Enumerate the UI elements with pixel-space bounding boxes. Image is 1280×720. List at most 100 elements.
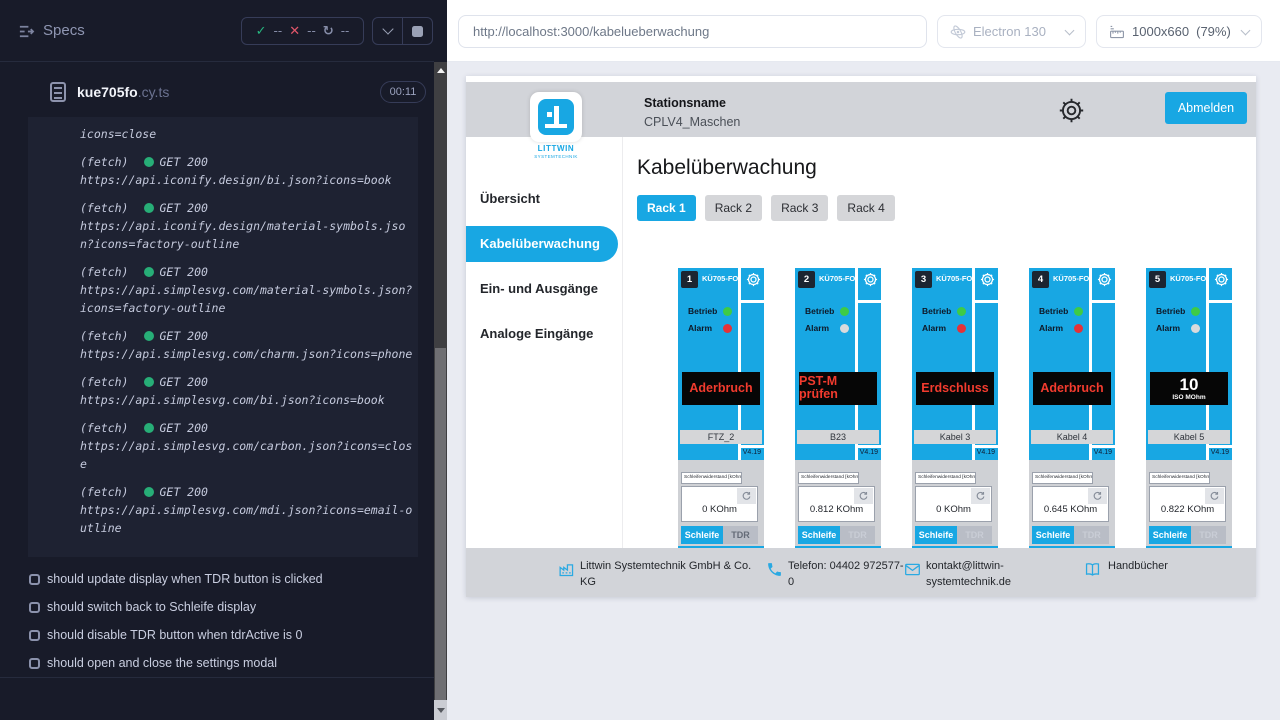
scroll-down-button[interactable]: [434, 700, 447, 720]
refresh-icon[interactable]: [1088, 488, 1107, 504]
device-number-badge: 1: [681, 271, 698, 288]
divider: [622, 137, 623, 548]
cable-name: B23: [797, 430, 879, 444]
alarm-led: [723, 324, 732, 333]
refresh-icon[interactable]: [1205, 488, 1224, 504]
specs-menu-icon[interactable]: [18, 23, 35, 40]
resistance-value: 0 KOhm: [916, 504, 991, 515]
betrieb-led: [1074, 307, 1083, 316]
device-display: Aderbruch: [1033, 372, 1111, 405]
schleife-button[interactable]: Schleife: [681, 526, 723, 544]
test-item[interactable]: should disable TDR button when tdrActive…: [0, 621, 434, 649]
specs-title[interactable]: Specs: [43, 22, 85, 39]
footer-phone: Telefon: 04402 972577-0: [788, 558, 908, 590]
footer-company: Littwin Systemtechnik GmbH & Co. KG: [580, 558, 758, 590]
resistance-label: Schleifenwiderstand [kOhm]: [915, 472, 976, 484]
nav-item[interactable]: Übersicht: [466, 176, 622, 221]
card-control-section: Schleifenwiderstand [kOhm] 0.812 KOhm Sc…: [795, 460, 881, 546]
test-title: should open and close the settings modal: [47, 656, 277, 670]
spec-file-row[interactable]: kue705fo.cy.ts 00:11: [0, 62, 434, 106]
runner-actions: [372, 17, 433, 45]
device-settings-icon[interactable]: [1097, 272, 1112, 287]
resistance-value-box: 0.812 KOhm: [798, 486, 875, 522]
collapse-button[interactable]: [373, 18, 403, 44]
schleife-button[interactable]: Schleife: [798, 526, 840, 544]
display-status-text: 10: [1180, 376, 1199, 393]
nav-item[interactable]: Analoge Eingänge: [466, 311, 622, 356]
refresh-icon[interactable]: [737, 488, 756, 504]
resistance-value-box: 0 KOhm: [915, 486, 992, 522]
status-dot-icon: [144, 487, 154, 497]
resistance-value-box: 0.645 KOhm: [1032, 486, 1109, 522]
footer-manuals-link[interactable]: Handbücher: [1108, 558, 1198, 574]
chevron-down-icon: [1241, 25, 1251, 35]
betrieb-label: Betrieb: [1156, 306, 1185, 316]
rack-tab[interactable]: Rack 3: [771, 195, 828, 221]
browser-selector[interactable]: Electron 130: [937, 15, 1086, 48]
log-url: https://api.simplesvg.com/carbon.json?ic…: [80, 437, 418, 473]
device-settings-icon[interactable]: [863, 272, 878, 287]
test-item[interactable]: should switch back to Schleife display: [0, 593, 434, 621]
alarm-label: Alarm: [1156, 323, 1180, 333]
network-log-entry[interactable]: (fetch) GET 200 https://api.simplesvg.com…: [80, 327, 418, 363]
schleife-button[interactable]: Schleife: [1149, 526, 1191, 544]
network-log-entry[interactable]: (fetch)GET 200 https://api.simplesvg.com…: [80, 419, 418, 473]
command-log: icons=close (fetch)GET 200 https://api.i…: [28, 117, 418, 557]
device-number-badge: 4: [1032, 271, 1049, 288]
log-request-line: (fetch) GET 200: [80, 327, 418, 345]
device-settings-icon[interactable]: [980, 272, 995, 287]
rack-tab[interactable]: Rack 2: [705, 195, 762, 221]
spec-extension: .cy.ts: [138, 84, 170, 100]
scroll-up-button[interactable]: [434, 62, 447, 78]
device-number-badge: 2: [798, 271, 815, 288]
rack-tab-label: Rack 1: [647, 201, 686, 215]
test-item[interactable]: should open and close the settings modal: [0, 649, 434, 677]
device-card: 3 KÜ705-FO Betrieb Alarm Erdschluss Kabe…: [912, 268, 998, 560]
log-status: GET 200: [159, 329, 207, 343]
tdr-button[interactable]: TDR: [1191, 526, 1226, 544]
device-settings-icon[interactable]: [1214, 272, 1229, 287]
settings-gear-icon[interactable]: [1058, 97, 1085, 124]
cable-name: Kabel 4: [1031, 430, 1113, 444]
device-settings-icon[interactable]: [746, 272, 761, 287]
network-log-entry[interactable]: (fetch)GET 200 https://api.simplesvg.com…: [80, 483, 418, 537]
logout-button[interactable]: Abmelden: [1165, 92, 1247, 124]
display-status-text: PST-M prüfen: [799, 375, 877, 401]
status-dot-icon: [144, 423, 154, 433]
log-url-continuation: icons=close: [80, 125, 418, 143]
stop-button[interactable]: [403, 18, 432, 44]
scrollbar-thumb[interactable]: [435, 348, 446, 720]
network-log-entry[interactable]: (fetch)GET 200 https://api.simplesvg.com…: [80, 373, 418, 409]
log-fetch-label: (fetch): [80, 329, 128, 343]
betrieb-led: [723, 307, 732, 316]
resistance-label: Schleifenwiderstand [kOhm]: [798, 472, 859, 484]
rack-tab[interactable]: Rack 1: [637, 195, 696, 221]
betrieb-label: Betrieb: [805, 306, 834, 316]
refresh-icon[interactable]: [971, 488, 990, 504]
device-card: 4 KÜ705-FO Betrieb Alarm Aderbruch Kabel…: [1029, 268, 1115, 560]
network-log-entry[interactable]: (fetch)GET 200 https://api.simplesvg.com…: [80, 263, 418, 317]
tdr-button[interactable]: TDR: [723, 526, 758, 544]
log-url: https://api.simplesvg.com/charm.json?ico…: [80, 345, 418, 363]
resistance-label: Schleifenwiderstand [kOhm]: [1149, 472, 1210, 484]
tdr-button[interactable]: TDR: [957, 526, 992, 544]
url-input[interactable]: [458, 15, 927, 48]
schleife-button[interactable]: Schleife: [1032, 526, 1074, 544]
device-card: 2 KÜ705-FO Betrieb Alarm PST-M prüfen B2…: [795, 268, 881, 560]
log-status: GET 200: [159, 155, 207, 169]
nav-item[interactable]: Kabelüberwachung: [466, 226, 618, 262]
test-item[interactable]: should update display when TDR button is…: [0, 565, 434, 593]
panel-scrollbar[interactable]: [434, 62, 447, 720]
test-list: should update display when TDR button is…: [0, 565, 434, 677]
schleife-button[interactable]: Schleife: [915, 526, 957, 544]
network-log-entry[interactable]: (fetch)GET 200 https://api.iconify.desig…: [80, 199, 418, 253]
card-divider-horizontal: [1092, 445, 1115, 448]
alarm-led-row: Alarm: [688, 323, 732, 333]
nav-item[interactable]: Ein- und Ausgänge: [466, 266, 622, 311]
rack-tab[interactable]: Rack 4: [837, 195, 894, 221]
tdr-button[interactable]: TDR: [1074, 526, 1109, 544]
viewport-selector[interactable]: 1000x660 (79%): [1096, 15, 1262, 48]
tdr-button[interactable]: TDR: [840, 526, 875, 544]
network-log-entry[interactable]: (fetch)GET 200 https://api.iconify.desig…: [80, 153, 418, 189]
refresh-icon[interactable]: [854, 488, 873, 504]
